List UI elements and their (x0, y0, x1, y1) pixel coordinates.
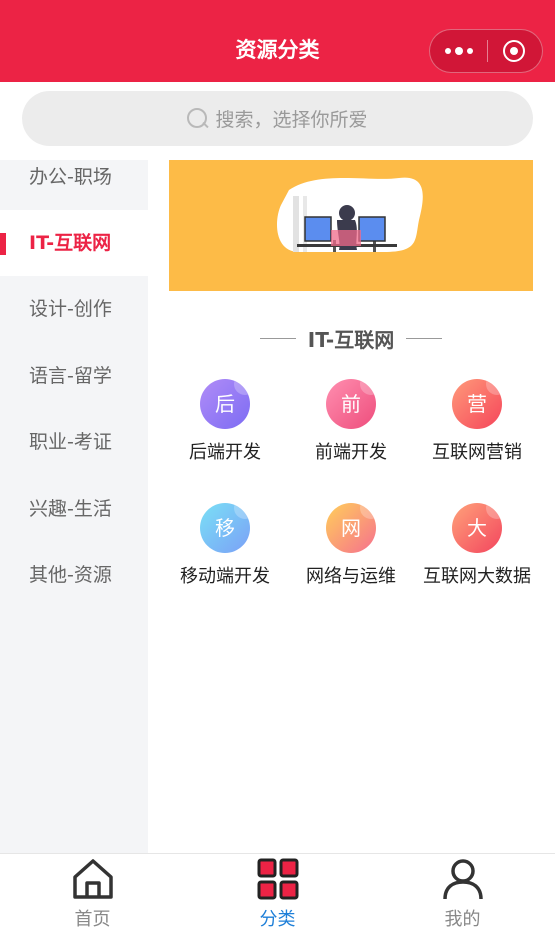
sidebar-item-hobby[interactable]: 兴趣-生活 (0, 476, 148, 542)
navigation-bar: 资源分类 (0, 0, 555, 82)
sidebar-item-other[interactable]: 其他-资源 (0, 542, 148, 608)
sidebar-item-language[interactable]: 语言-留学 (0, 343, 148, 409)
tab-label: 分类 (259, 909, 296, 930)
category-icon: 移 (200, 503, 250, 553)
section-heading-text: IT-互联网 (307, 327, 395, 352)
category-mobile[interactable]: 移 移动端开发 (162, 503, 288, 588)
heading-divider-right (406, 337, 443, 339)
heading-divider-left (259, 337, 296, 339)
more-dot-icon (444, 48, 451, 54)
search-placeholder: 搜索，选择你所爱 (215, 109, 368, 131)
sidebar-item-design[interactable]: 设计-创作 (0, 276, 148, 342)
user-icon (443, 859, 483, 900)
category-label: 移动端开发 (180, 566, 270, 587)
category-icon: 营 (452, 379, 502, 429)
category-sidebar: 办公-职场 IT-互联网 设计-创作 语言-留学 职业-考证 兴趣-生活 其他-… (0, 160, 148, 853)
section-heading: IT-互联网 (169, 322, 533, 354)
more-options-button[interactable] (430, 30, 487, 72)
tab-label: 首页 (74, 909, 111, 930)
tab-profile[interactable]: 我的 (370, 854, 555, 930)
category-network-ops[interactable]: 网 网络与运维 (288, 503, 414, 588)
more-dot-icon (466, 48, 473, 54)
category-big-data[interactable]: 大 互联网大数据 (414, 503, 540, 588)
category-icon: 网 (326, 503, 376, 553)
category-label: 网络与运维 (306, 566, 396, 587)
category-label: 前端开发 (315, 442, 387, 463)
search-input[interactable]: 搜索，选择你所爱 (22, 91, 533, 146)
category-banner[interactable] (169, 160, 533, 291)
category-backend[interactable]: 后 后端开发 (162, 379, 288, 464)
tab-label: 我的 (444, 909, 481, 930)
close-program-button[interactable] (503, 40, 525, 62)
search-icon (187, 107, 210, 130)
tab-bar: 首页 分类 我的 (0, 853, 555, 930)
tab-home[interactable]: 首页 (0, 854, 185, 930)
category-marketing[interactable]: 营 互联网营销 (414, 379, 540, 464)
banner-illustration (276, 177, 423, 252)
more-dot-icon (454, 47, 463, 55)
category-label: 互联网大数据 (423, 566, 531, 587)
sidebar-item-career[interactable]: 职业-考证 (0, 409, 148, 475)
category-icon: 后 (200, 379, 250, 429)
category-icon: 大 (452, 503, 502, 553)
home-icon (73, 859, 113, 899)
sidebar-item-office[interactable]: 办公-职场 (0, 160, 148, 210)
capsule-divider (487, 40, 488, 62)
category-icon: 前 (326, 379, 376, 429)
tab-category[interactable]: 分类 (185, 854, 370, 930)
mini-program-capsule (429, 29, 543, 73)
category-frontend[interactable]: 前 前端开发 (288, 379, 414, 464)
category-label: 后端开发 (189, 442, 261, 463)
sidebar-item-it[interactable]: IT-互联网 (0, 210, 148, 276)
search-bar: 搜索，选择你所爱 (0, 82, 555, 160)
category-icon (257, 858, 299, 900)
category-label: 互联网营销 (432, 442, 522, 463)
